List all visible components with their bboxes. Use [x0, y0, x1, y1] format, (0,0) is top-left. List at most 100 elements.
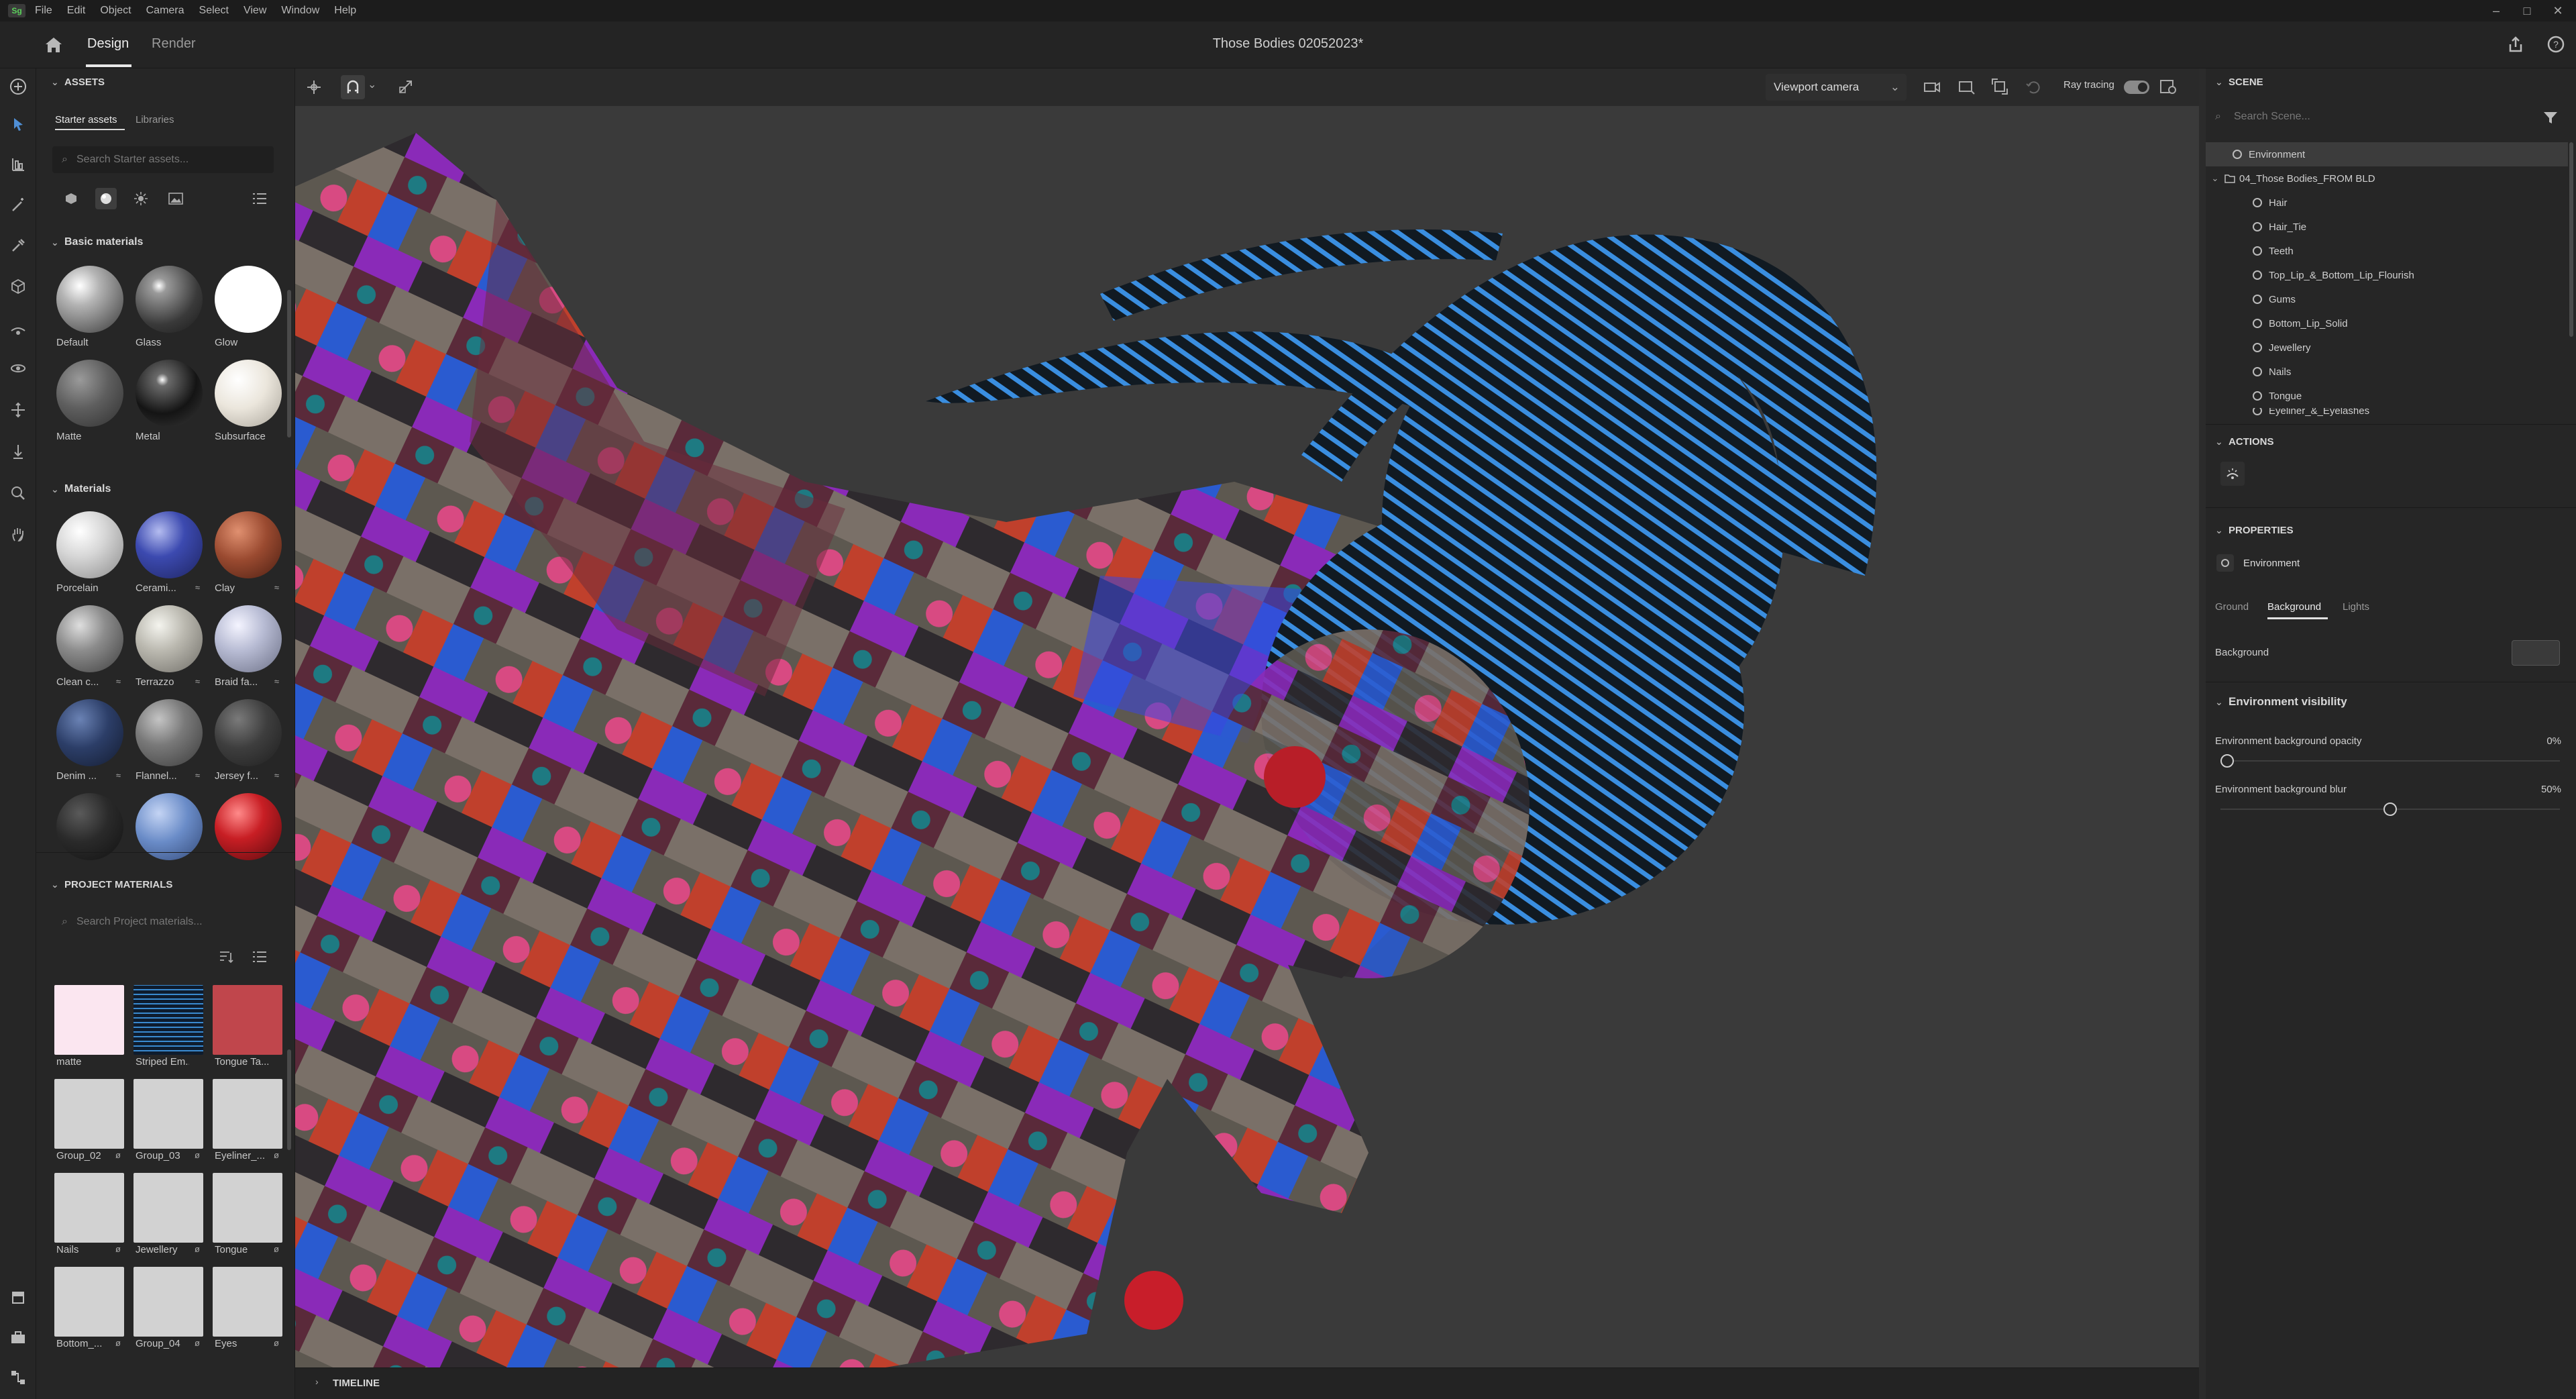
tab-starter-assets[interactable]: Starter assets	[55, 114, 117, 125]
material-tile[interactable]: Default	[52, 263, 126, 357]
lights-filter-icon[interactable]	[130, 188, 152, 209]
scene-item-jewellery[interactable]: Jewellery	[2206, 335, 2568, 360]
scene-search[interactable]: ⌕ Search Scene...	[2215, 103, 2537, 130]
project-material-tile[interactable]: Group_04 ø	[131, 1264, 205, 1358]
help-icon[interactable]: ?	[2542, 31, 2569, 58]
align-tool-icon[interactable]	[5, 152, 31, 177]
filter-icon[interactable]	[2542, 110, 2559, 125]
project-material-tile[interactable]: Jewellery ø	[131, 1170, 205, 1264]
menu-camera[interactable]: Camera	[146, 5, 184, 17]
node-graph-icon[interactable]	[5, 1365, 31, 1390]
scene-item-hair-tie[interactable]: Hair_Tie	[2206, 215, 2568, 239]
actions-header[interactable]: ⌄ ACTIONS	[2215, 436, 2274, 448]
project-material-tile[interactable]: Eyes ø	[211, 1264, 284, 1358]
archive-icon[interactable]	[5, 1284, 31, 1310]
camera-bookmark-icon[interactable]	[1957, 78, 1976, 95]
environment-tool-icon[interactable]	[5, 315, 31, 341]
starter-assets-search[interactable]: ⌕ Search Starter assets...	[52, 146, 274, 173]
material-tile[interactable]: Flannel... ≈	[131, 696, 205, 790]
viewport-canvas[interactable]	[295, 106, 2199, 1367]
grid-snap-icon[interactable]	[397, 78, 415, 95]
material-tile[interactable]	[131, 790, 205, 884]
material-tile[interactable]: Metal	[131, 357, 205, 451]
materials-filter-icon[interactable]	[95, 188, 117, 209]
chevron-down-icon[interactable]: ⌄	[2206, 173, 2224, 184]
background-color-swatch[interactable]	[2512, 640, 2560, 666]
scene-item-tongue[interactable]: Tongue	[2206, 384, 2568, 408]
assets-header[interactable]: ⌄ ASSETS	[51, 76, 105, 88]
scene-item-hair[interactable]: Hair	[2206, 191, 2568, 215]
maximize-button[interactable]: □	[2512, 1, 2542, 20]
menu-select[interactable]: Select	[199, 5, 229, 17]
material-tile[interactable]: Clay ≈	[211, 509, 284, 603]
scene-item-eyeliner[interactable]: Eyeliner_&_Eyelashes	[2206, 408, 2568, 416]
scene-item-gums[interactable]: Gums	[2206, 287, 2568, 311]
tab-background[interactable]: Background	[2267, 601, 2321, 613]
scene-item-nails[interactable]: Nails	[2206, 360, 2568, 384]
chevron-right-icon[interactable]: ›	[315, 1376, 319, 1387]
toolbox-icon[interactable]	[5, 1325, 31, 1350]
project-materials-search[interactable]: ⌕ Search Project materials...	[52, 909, 274, 935]
material-tile[interactable]: Porcelain	[52, 509, 126, 603]
tab-ground[interactable]: Ground	[2215, 601, 2249, 613]
project-material-tile[interactable]: Bottom_... ø	[52, 1264, 126, 1358]
snap-magnet-icon[interactable]	[341, 75, 365, 99]
move-icon[interactable]	[5, 397, 31, 423]
scene-item-lip-flourish[interactable]: Top_Lip_&_Bottom_Lip_Flourish	[2206, 263, 2568, 287]
scene-item-environment[interactable]: Environment	[2206, 142, 2568, 166]
tab-libraries[interactable]: Libraries	[136, 114, 174, 125]
images-filter-icon[interactable]	[165, 188, 186, 209]
project-material-tile[interactable]: Group_03 ø	[131, 1076, 205, 1170]
frame-object-icon[interactable]	[1991, 78, 2010, 95]
add-icon[interactable]	[5, 74, 31, 99]
eyedropper-icon[interactable]	[5, 232, 31, 258]
list-view-icon[interactable]	[252, 192, 267, 205]
scene-header[interactable]: ⌄ SCENE	[2215, 76, 2263, 88]
basic-materials-header[interactable]: ⌄ Basic materials	[51, 236, 143, 248]
menu-window[interactable]: Window	[281, 5, 319, 17]
properties-header[interactable]: ⌄ PROPERTIES	[2215, 525, 2294, 536]
material-tile[interactable]: Matte	[52, 357, 126, 451]
project-material-tile[interactable]: Tongue ø	[211, 1170, 284, 1264]
orbit-icon[interactable]	[5, 356, 31, 381]
blur-slider-handle[interactable]	[2383, 802, 2397, 816]
chevron-down-icon[interactable]: ⌄	[368, 78, 376, 91]
project-material-tile[interactable]: Striped Em...	[131, 982, 205, 1076]
menu-object[interactable]: Object	[100, 5, 131, 17]
material-tile[interactable]: Jersey f... ≈	[211, 696, 284, 790]
list-view-icon[interactable]	[252, 950, 267, 964]
camera-icon[interactable]	[1923, 78, 1941, 95]
sort-icon[interactable]	[219, 950, 233, 964]
share-icon[interactable]	[2502, 31, 2529, 58]
opacity-slider-track[interactable]	[2220, 760, 2560, 762]
project-material-tile[interactable]: Tongue Ta...	[211, 982, 284, 1076]
magic-wand-icon[interactable]	[5, 192, 31, 217]
render-settings-icon[interactable]	[2159, 78, 2178, 95]
transform-gizmo-icon[interactable]	[305, 78, 323, 97]
zoom-icon[interactable]	[5, 480, 31, 506]
project-materials-scrollbar[interactable]	[287, 1049, 291, 1150]
scene-item-teeth[interactable]: Teeth	[2206, 239, 2568, 263]
project-material-tile[interactable]: Eyeliner_... ø	[211, 1076, 284, 1170]
ray-tracing-toggle[interactable]	[2124, 81, 2149, 94]
project-material-tile[interactable]: Group_02 ø	[52, 1076, 126, 1170]
menu-file[interactable]: File	[35, 5, 52, 17]
env-visibility-header[interactable]: ⌄ Environment visibility	[2215, 695, 2347, 709]
materials-header[interactable]: ⌄ Materials	[51, 483, 111, 495]
project-materials-header[interactable]: ⌄ PROJECT MATERIALS	[51, 879, 172, 890]
scene-item-bottom-lip[interactable]: Bottom_Lip_Solid	[2206, 311, 2568, 335]
environment-action-icon[interactable]	[2220, 462, 2245, 486]
material-tile[interactable]: Subsurface	[211, 357, 284, 451]
menu-edit[interactable]: Edit	[67, 5, 86, 17]
material-tile[interactable]: Denim ... ≈	[52, 696, 126, 790]
project-material-tile[interactable]: Nails ø	[52, 1170, 126, 1264]
cube-icon[interactable]	[5, 274, 31, 299]
opacity-slider-handle[interactable]	[2220, 754, 2234, 768]
hand-pan-icon[interactable]	[5, 522, 31, 548]
material-tile[interactable]: Clean c... ≈	[52, 603, 126, 696]
material-tile[interactable]	[211, 790, 284, 884]
select-tool-icon[interactable]	[5, 111, 31, 137]
project-material-tile[interactable]: matte	[52, 982, 126, 1076]
timeline-bar[interactable]: › TIMELINE	[295, 1367, 2199, 1399]
models-filter-icon[interactable]	[60, 188, 82, 209]
